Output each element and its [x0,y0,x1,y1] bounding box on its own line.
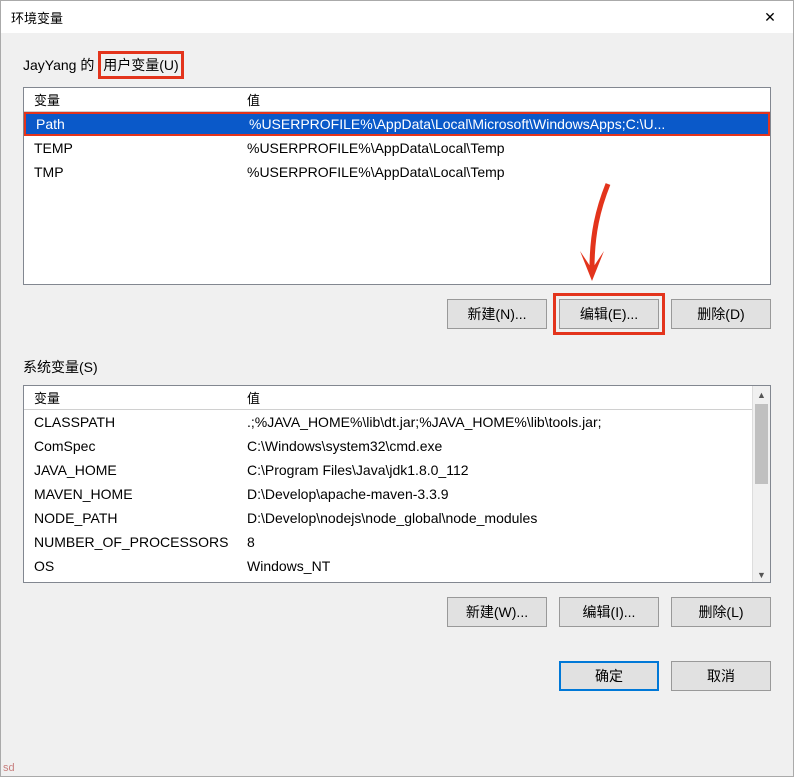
cell-val: C:\Windows\system32\cmd.exe [239,438,770,454]
close-icon[interactable]: ✕ [747,1,793,33]
delete-button[interactable]: 删除(D) [671,299,771,329]
cell-val: %USERPROFILE%\AppData\Local\Temp [239,164,770,180]
user-button-row: 新建(N)... 编辑(E)... 删除(D) [23,299,771,329]
user-vars-label: JayYang 的 用户变量(U) [23,51,771,79]
cell-var: NUMBER_OF_PROCESSORS [24,534,239,550]
system-vars-label: 系统变量(S) [23,357,771,377]
table-row[interactable]: NODE_PATH D:\Develop\nodejs\node_global\… [24,506,770,530]
content-area: JayYang 的 用户变量(U) 变量 值 Path %USERPROFILE… [1,33,793,647]
cell-var: ComSpec [24,438,239,454]
header-value[interactable]: 值 [239,388,770,407]
table-row[interactable]: JAVA_HOME C:\Program Files\Java\jdk1.8.0… [24,458,770,482]
table-row[interactable]: TEMP %USERPROFILE%\AppData\Local\Temp [24,136,770,160]
new-button[interactable]: 新建(N)... [447,299,547,329]
user-list-header: 变量 值 [24,88,770,112]
ok-button[interactable]: 确定 [559,661,659,691]
edit-button[interactable]: 编辑(I)... [559,597,659,627]
cell-val: D:\Develop\nodejs\node_global\node_modul… [239,510,770,526]
cell-val: .;%JAVA_HOME%\lib\dt.jar;%JAVA_HOME%\lib… [239,414,770,430]
cell-var: JAVA_HOME [24,462,239,478]
system-button-row: 新建(W)... 编辑(I)... 删除(L) [23,597,771,627]
edit-button[interactable]: 编辑(E)... [559,299,659,329]
system-list-body: CLASSPATH .;%JAVA_HOME%\lib\dt.jar;%JAVA… [24,410,770,578]
table-row[interactable]: NUMBER_OF_PROCESSORS 8 [24,530,770,554]
user-list-body: Path %USERPROFILE%\AppData\Local\Microso… [24,112,770,184]
cell-val: %USERPROFILE%\AppData\Local\Temp [239,140,770,156]
cancel-button[interactable]: 取消 [671,661,771,691]
system-vars-list[interactable]: 变量 值 CLASSPATH .;%JAVA_HOME%\lib\dt.jar;… [23,385,771,583]
header-variable[interactable]: 变量 [24,388,239,407]
user-vars-list[interactable]: 变量 值 Path %USERPROFILE%\AppData\Local\Mi… [23,87,771,285]
user-vars-highlight: 用户变量(U) [98,51,183,79]
header-value[interactable]: 值 [239,90,770,109]
system-list-header: 变量 值 [24,386,770,410]
delete-button[interactable]: 删除(L) [671,597,771,627]
dialog-footer: 确定 取消 [1,647,793,691]
window-title: 环境变量 [11,8,63,27]
table-row[interactable]: CLASSPATH .;%JAVA_HOME%\lib\dt.jar;%JAVA… [24,410,770,434]
env-vars-dialog: 环境变量 ✕ JayYang 的 用户变量(U) 变量 值 Path %USER… [0,0,794,777]
table-row[interactable]: Path %USERPROFILE%\AppData\Local\Microso… [24,112,770,136]
cell-val: Windows_NT [239,558,770,574]
table-row[interactable]: TMP %USERPROFILE%\AppData\Local\Temp [24,160,770,184]
table-row[interactable]: OS Windows_NT [24,554,770,578]
cell-var: OS [24,558,239,574]
cell-val: C:\Program Files\Java\jdk1.8.0_112 [239,462,770,478]
cell-var: TMP [24,164,239,180]
scroll-down-icon[interactable]: ▼ [753,566,770,583]
scrollbar[interactable]: ▲ ▼ [752,386,770,583]
scroll-up-icon[interactable]: ▲ [753,386,770,404]
new-button[interactable]: 新建(W)... [447,597,547,627]
scroll-thumb[interactable] [755,404,768,484]
cell-var: TEMP [24,140,239,156]
cell-var: NODE_PATH [24,510,239,526]
cell-var: Path [26,116,241,132]
header-variable[interactable]: 变量 [24,90,239,109]
table-row[interactable]: ComSpec C:\Windows\system32\cmd.exe [24,434,770,458]
watermark: sd [3,762,15,774]
cell-var: CLASSPATH [24,414,239,430]
cell-val: %USERPROFILE%\AppData\Local\Microsoft\Wi… [241,116,768,132]
user-prefix: JayYang 的 [23,57,94,73]
cell-val: 8 [239,534,770,550]
cell-var: MAVEN_HOME [24,486,239,502]
table-row[interactable]: MAVEN_HOME D:\Develop\apache-maven-3.3.9 [24,482,770,506]
titlebar: 环境变量 ✕ [1,1,793,33]
cell-val: D:\Develop\apache-maven-3.3.9 [239,486,770,502]
